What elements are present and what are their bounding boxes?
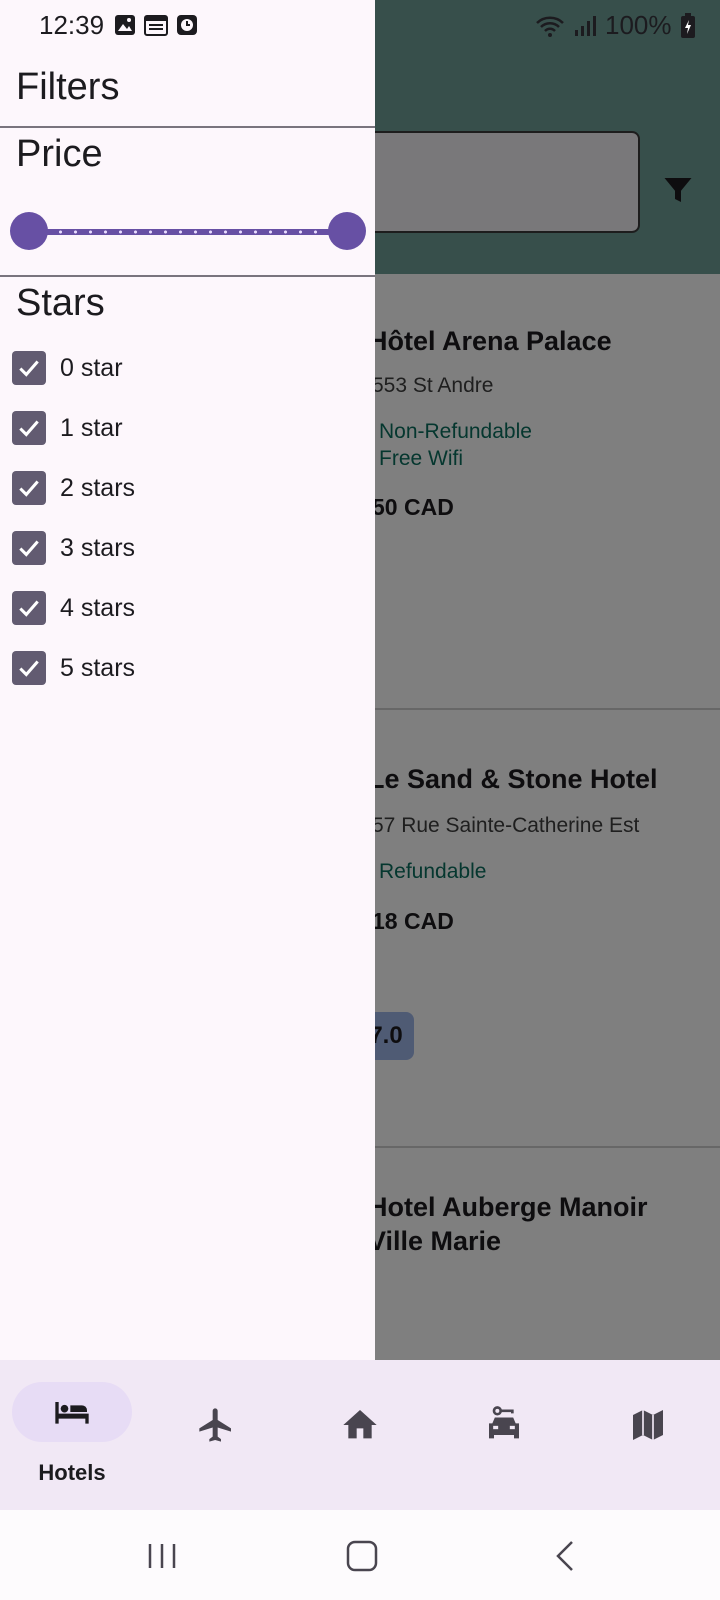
clock-icon [177, 15, 197, 35]
checkbox[interactable] [12, 651, 46, 685]
checkbox[interactable] [12, 591, 46, 625]
bed-icon [55, 1402, 89, 1424]
battery-percentage: 100% [605, 10, 672, 40]
map-icon [633, 1410, 663, 1440]
stars-section-title: Stars [16, 282, 105, 324]
status-time: 12:39 [39, 10, 105, 40]
checkbox-label: 0 star [60, 353, 123, 382]
nav-item-flights[interactable] [144, 1360, 288, 1510]
slider-thumb-max[interactable] [328, 212, 366, 250]
checkmark-icon [19, 360, 39, 377]
price-section-title: Price [16, 133, 103, 175]
checkmark-icon [19, 600, 39, 617]
slider-thumb-min[interactable] [10, 212, 48, 250]
checkmark-icon [19, 480, 39, 497]
star-filter-3[interactable]: 3 stars [12, 528, 135, 568]
checkbox[interactable] [12, 531, 46, 565]
battery-charging-icon [680, 12, 695, 38]
checkmark-icon [19, 420, 39, 437]
divider [0, 275, 375, 277]
checkmark-icon [19, 660, 39, 677]
image-icon [115, 15, 135, 35]
calendar-icon [144, 15, 168, 36]
star-filter-2[interactable]: 2 stars [12, 468, 135, 508]
checkbox[interactable] [12, 351, 46, 385]
signal-icon [575, 15, 596, 36]
nav-item-map[interactable] [576, 1360, 720, 1510]
home-button-icon[interactable] [338, 1532, 386, 1580]
status-bar-right: 100% [535, 10, 696, 41]
nav-item-home[interactable] [288, 1360, 432, 1510]
nav-item-hotels[interactable]: Hotels [0, 1360, 144, 1510]
recent-apps-icon[interactable] [138, 1532, 186, 1580]
car-rental-icon [489, 1406, 519, 1439]
checkbox-label: 5 stars [60, 653, 136, 682]
checkbox-label: 3 stars [60, 533, 136, 562]
star-filter-5[interactable]: 5 stars [12, 648, 135, 688]
divider [0, 126, 375, 128]
checkbox-label: 1 star [60, 413, 123, 442]
nav-item-car-rental[interactable] [432, 1360, 576, 1510]
star-filter-0[interactable]: 0 star [12, 348, 123, 388]
checkbox-label: 4 stars [60, 593, 136, 622]
back-icon[interactable] [542, 1532, 590, 1580]
checkmark-icon [19, 540, 39, 557]
price-range-slider[interactable] [10, 212, 366, 252]
filters-drawer: 12:39 Filters Price Stars 0 star 1 star … [0, 0, 375, 1360]
drawer-title: Filters [16, 66, 120, 108]
nav-label-hotels: Hotels [38, 1460, 106, 1485]
status-bar-left-icons [114, 14, 198, 36]
checkbox[interactable] [12, 411, 46, 445]
home-icon [343, 1410, 377, 1439]
slider-tick-marks [38, 230, 340, 234]
star-filter-4[interactable]: 4 stars [12, 588, 135, 628]
airplane-icon [199, 1408, 231, 1442]
system-navigation-bar [0, 1510, 720, 1600]
star-filter-1[interactable]: 1 star [12, 408, 123, 448]
checkbox-label: 2 stars [60, 473, 136, 502]
bottom-navigation: Hotels [0, 1360, 720, 1510]
wifi-icon [536, 16, 564, 37]
checkbox[interactable] [12, 471, 46, 505]
